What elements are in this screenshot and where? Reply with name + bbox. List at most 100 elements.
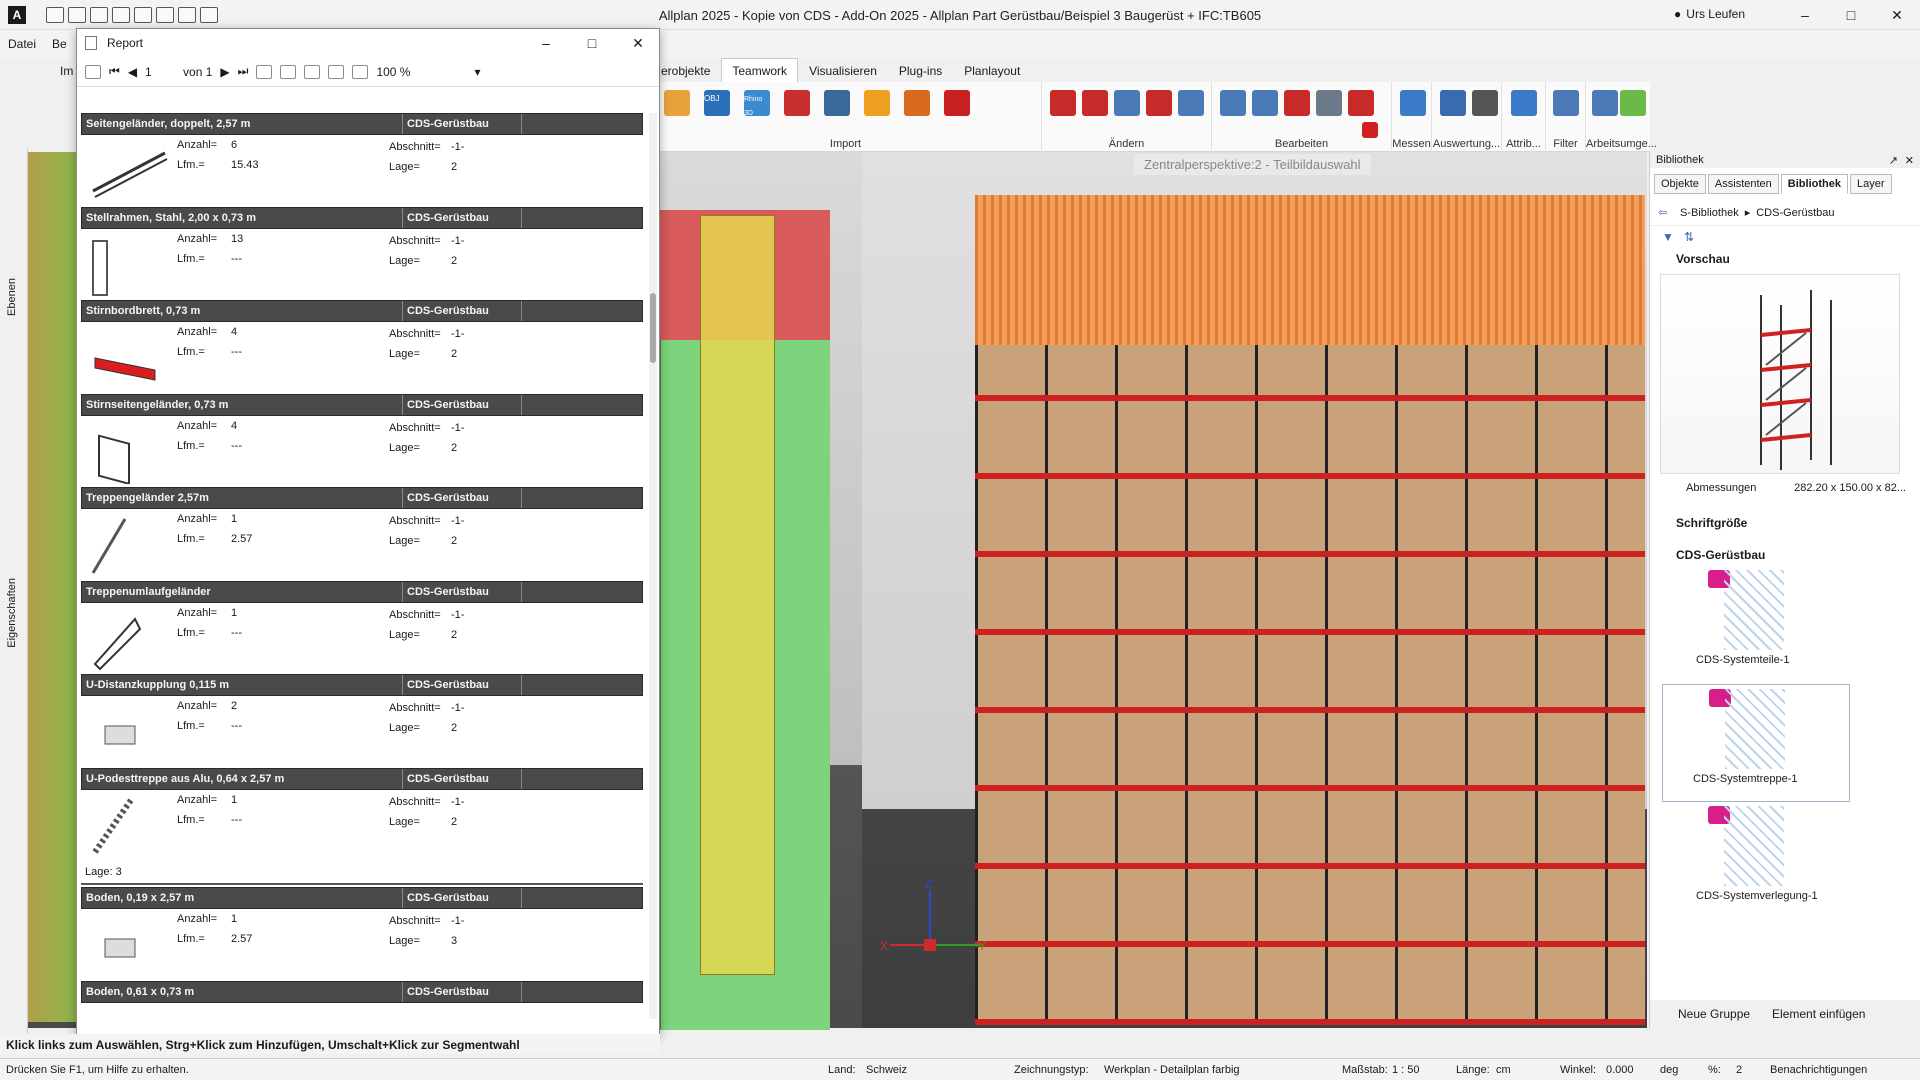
label-lfm: Lfm.= — [177, 252, 205, 265]
refresh-icon[interactable] — [280, 64, 297, 79]
section-vorschau[interactable]: Vorschau — [1650, 248, 1920, 270]
allplan-logo[interactable]: A — [8, 5, 26, 24]
move-icon[interactable] — [1252, 90, 1278, 116]
tab-bibliothek[interactable]: Bibliothek — [1780, 174, 1848, 194]
section-schriftgroesse[interactable]: Schriftgröße — [1650, 512, 1920, 534]
menu-be[interactable]: Be — [44, 37, 75, 51]
new-icon[interactable] — [46, 6, 64, 23]
report-minimize-button[interactable]: – — [523, 29, 569, 57]
import-xref-icon[interactable] — [944, 90, 970, 116]
breadcrumb-item[interactable]: CDS-Gerüstbau — [1756, 207, 1834, 219]
report-close-button[interactable]: ✕ — [615, 29, 661, 57]
tab-assistenten[interactable]: Assistenten — [1707, 174, 1779, 194]
selection-icon[interactable] — [1620, 90, 1646, 116]
rhino-icon[interactable]: Rhino 3D — [744, 90, 770, 117]
chevron-down-icon[interactable]: ▾ — [474, 65, 480, 79]
report-icon[interactable] — [1472, 90, 1498, 116]
attribute-icon[interactable] — [1511, 90, 1537, 116]
undo-icon[interactable] — [134, 6, 152, 23]
library-item[interactable]: CDS-Systemteile-1 — [1650, 566, 1920, 684]
tab-visualisieren[interactable]: Visualisieren — [798, 58, 888, 84]
last-page-icon[interactable]: ⏭ — [238, 64, 249, 79]
split-icon[interactable] — [1178, 90, 1204, 116]
stretch-icon[interactable] — [1082, 90, 1108, 116]
panel-ebenen[interactable]: Ebenen — [6, 278, 18, 316]
tab-plugins[interactable]: Plug-ins — [888, 58, 953, 84]
prev-page-icon[interactable]: ◀ — [128, 65, 137, 79]
polyline-icon[interactable] — [1146, 90, 1172, 116]
insert-element-button[interactable]: Element einfügen — [1772, 1007, 1865, 1021]
status-angle[interactable]: 0.000 — [1606, 1064, 1634, 1076]
user-account[interactable]: ● Urs Leufen — [1674, 7, 1745, 21]
status-land[interactable]: Schweiz — [866, 1064, 907, 1076]
redo-icon[interactable] — [156, 6, 174, 23]
page-number[interactable]: 1 — [145, 65, 175, 79]
save-icon[interactable] — [90, 6, 108, 23]
report-maximize-button[interactable]: □ — [569, 29, 615, 57]
status-pct[interactable]: 2 — [1736, 1064, 1742, 1076]
sort-icon[interactable]: ⇅ — [1684, 230, 1694, 244]
maximize-button[interactable]: □ — [1828, 0, 1874, 30]
library-item[interactable]: CDS-Systemverlegung-1 — [1650, 802, 1920, 920]
section-cds-geruestbau[interactable]: CDS-Gerüstbau — [1650, 544, 1920, 566]
tab-erobjekte[interactable]: erobjekte — [650, 58, 721, 84]
modify-icon[interactable] — [1050, 90, 1076, 116]
library-close-icon[interactable]: ✕ — [1905, 154, 1914, 167]
filter-icon[interactable] — [1553, 90, 1579, 116]
label-lage: Lage= — [389, 628, 420, 641]
open-icon[interactable] — [68, 6, 86, 23]
copy-icon[interactable] — [1220, 90, 1246, 116]
delete-icon[interactable] — [1362, 122, 1378, 138]
text-abc-icon[interactable] — [1440, 90, 1466, 116]
report-scrollbar[interactable] — [649, 113, 657, 1019]
new-group-button[interactable]: Neue Gruppe — [1678, 1007, 1750, 1021]
next-page-icon[interactable]: ▶ — [220, 65, 229, 79]
scale-icon[interactable] — [1348, 90, 1374, 116]
label-lfm: Lfm.= — [177, 533, 205, 545]
stop-icon[interactable] — [256, 64, 273, 79]
library-item-selected[interactable]: CDS-Systemtreppe-1 — [1662, 684, 1850, 802]
panel-eigenschaften[interactable]: Eigenschaften — [6, 578, 18, 648]
status-len[interactable]: cm — [1496, 1064, 1511, 1076]
back-arrow-icon[interactable]: ⇦ — [1658, 206, 1667, 219]
measure-icon[interactable] — [1400, 90, 1426, 116]
offset-icon[interactable] — [1114, 90, 1140, 116]
report-window[interactable]: Report – □ ✕ ⏮ ◀ 1 von 1 ▶ ⏭ 100 % ▾ Sei… — [76, 28, 660, 1036]
zoom-select[interactable]: 100 % — [376, 65, 466, 79]
import-ifc-icon[interactable] — [824, 90, 850, 116]
filter-icon[interactable]: ▼ — [1662, 230, 1674, 244]
scroll-thumb[interactable] — [650, 293, 656, 363]
import-grid-icon[interactable] — [864, 90, 890, 116]
tab-teamwork[interactable]: Teamwork — [721, 58, 799, 84]
import-dwg-icon[interactable] — [784, 90, 810, 116]
item-preview — [1725, 689, 1785, 769]
minimize-button[interactable]: – — [1782, 0, 1828, 30]
export-icon[interactable] — [352, 64, 369, 79]
print-icon[interactable] — [304, 64, 321, 79]
pin-icon[interactable]: ↗ — [1889, 154, 1898, 167]
report-titlebar[interactable]: Report – □ ✕ — [77, 29, 659, 57]
first-page-icon[interactable]: ⏮ — [109, 64, 120, 79]
rotate-icon[interactable] — [1284, 90, 1310, 116]
menu-datei[interactable]: Datei — [0, 37, 44, 51]
view-icon[interactable] — [178, 6, 196, 23]
tab-objekte[interactable]: Objekte — [1654, 174, 1706, 194]
close-button[interactable]: ✕ — [1874, 0, 1920, 30]
import-pdf-icon[interactable] — [904, 90, 930, 116]
tools-icon[interactable] — [200, 6, 218, 23]
window-title: Allplan 2025 - Kopie von CDS - Add-On 20… — [658, 8, 1262, 23]
page-setup-icon[interactable] — [328, 64, 345, 79]
import-icon[interactable] — [664, 90, 690, 116]
breadcrumb-item[interactable]: S-Bibliothek — [1680, 207, 1739, 219]
status-ztyp[interactable]: Werkplan - Detailplan farbig — [1104, 1064, 1240, 1076]
workspace-icon[interactable] — [1592, 90, 1618, 116]
report-edit-icon[interactable] — [85, 64, 101, 79]
tab-planlayout[interactable]: Planlayout — [953, 58, 1031, 84]
tab-layer[interactable]: Layer — [1849, 174, 1892, 194]
import-obj-icon[interactable]: OBJ — [704, 90, 730, 116]
status-scale[interactable]: 1 : 50 — [1392, 1064, 1420, 1076]
mirror-icon[interactable] — [1316, 90, 1342, 116]
edit-icon[interactable] — [112, 6, 130, 23]
menu-im[interactable]: Im — [60, 64, 73, 78]
notifications-button[interactable]: Benachrichtigungen — [1770, 1064, 1867, 1076]
